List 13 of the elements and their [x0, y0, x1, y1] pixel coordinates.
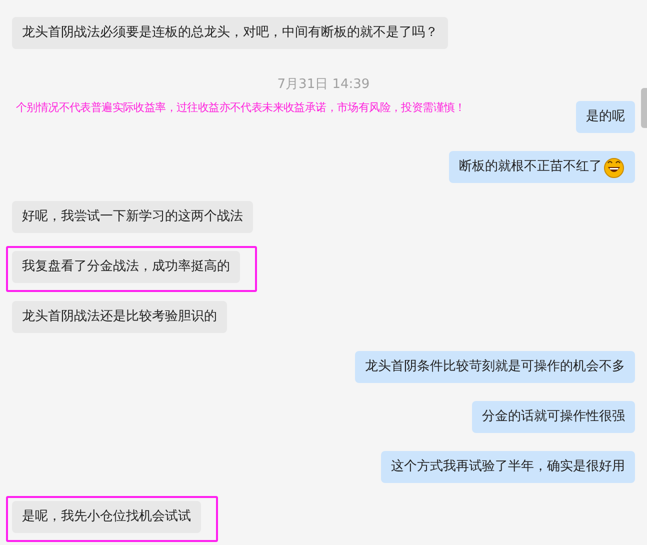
message-bubble: 是的呢: [576, 101, 635, 133]
message-bubble: 龙头首阴条件比较苛刻就是可操作的机会不多: [355, 351, 635, 383]
message-bubble: 是呢，我先小仓位找机会试试: [12, 501, 201, 533]
message-bubble: 我复盘看了分金战法，成功率挺高的: [12, 251, 240, 283]
scrollbar-thumb[interactable]: [641, 88, 647, 128]
timestamp: 7月31日 14:39: [277, 77, 370, 93]
message-bubble: 龙头首阴战法必须要是连板的总龙头，对吧，中间有断板的就不是了吗？: [12, 17, 448, 49]
message-bubble: 这个方式我再试验了半年，确实是很好用: [381, 451, 635, 483]
message-bubble: 龙头首阴战法还是比较考验胆识的: [12, 301, 227, 333]
message-bubble: 断板的就根不正苗不红了: [449, 151, 635, 183]
message-bubble: 分金的话就可操作性很强: [472, 401, 635, 433]
risk-disclaimer: 个别情况不代表普遍实际收益率，过往收益亦不代表未来收益承诺，市场有风险，投资需谨慎！: [16, 101, 466, 115]
message-bubble: 好呢，我尝试一下新学习的这两个战法: [12, 201, 253, 233]
